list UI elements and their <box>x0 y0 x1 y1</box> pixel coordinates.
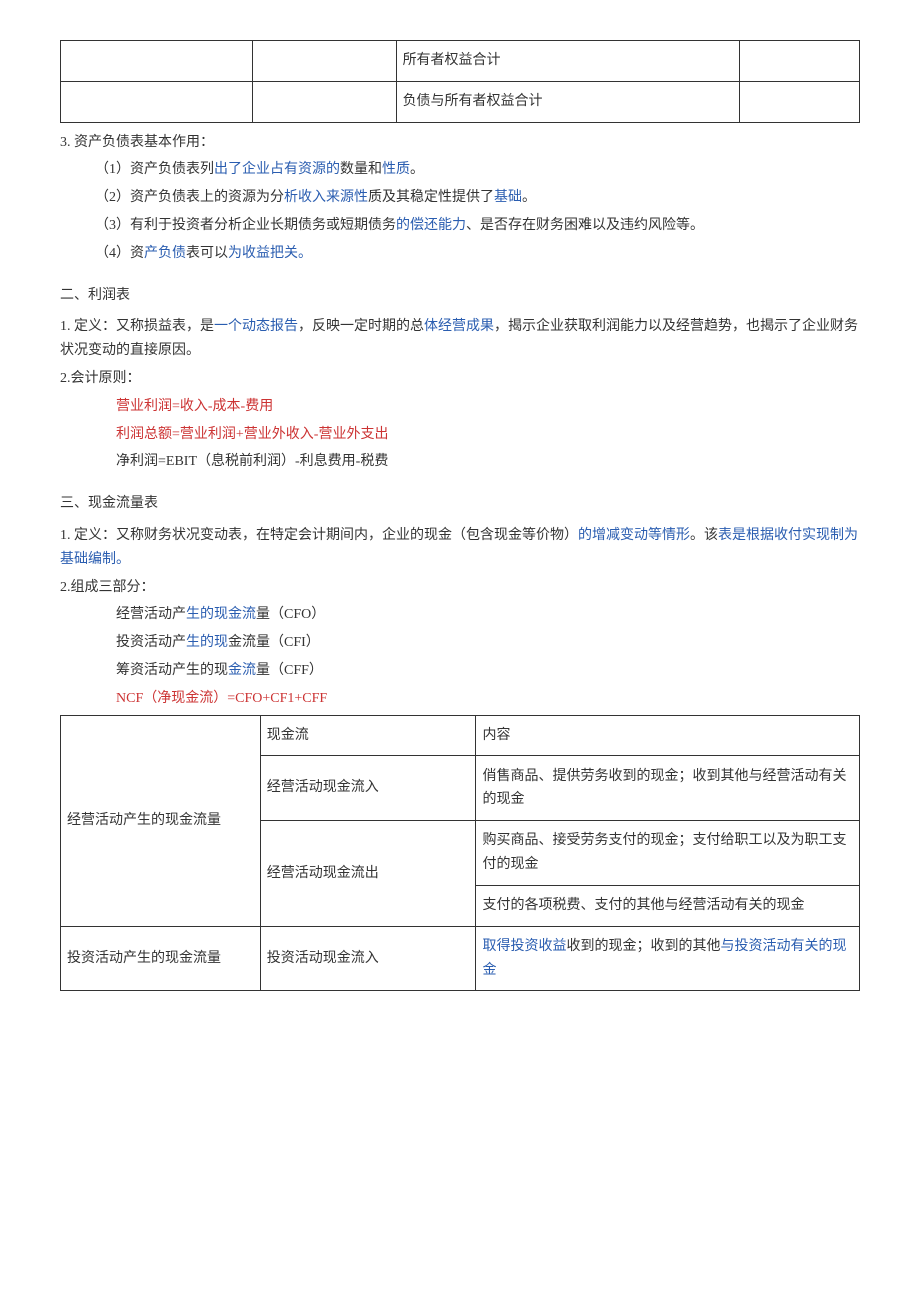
profit-formula: 营业利润=收入-成本-费用 <box>60 395 860 419</box>
cell-blank <box>740 41 860 82</box>
table-row: 投资活动产生的现金流量 投资活动现金流入 取得投资收益收到的现金；收到的其他与投… <box>61 926 860 991</box>
section3-item: （1）资产负债表列出了企业占有资源的数量和性质。 <box>60 158 860 182</box>
cell-cfo-outflow-label: 经营活动现金流出 <box>260 821 476 926</box>
cash-parts-label: 2.组成三部分： <box>60 576 860 600</box>
table-row: 所有者权益合计 <box>61 41 860 82</box>
ncf-formula: NCF（净现金流）=CFO+CF1+CFF <box>60 687 860 711</box>
profit-def: 1. 定义：又称损益表，是一个动态报告，反映一定时期的总体经营成果，揭示企业获取… <box>60 315 860 363</box>
cell-blank <box>61 41 253 82</box>
cell-blank <box>61 81 253 122</box>
cell-cfi-inflow-content: 取得投资收益收到的现金；收到的其他与投资活动有关的现金 <box>476 926 860 991</box>
cash-def: 1. 定义：又称财务状况变动表，在特定会计期间内，企业的现金（包含现金等价物）的… <box>60 524 860 572</box>
cell-cfo-inflow-label: 经营活动现金流入 <box>260 756 476 821</box>
cell-liab-equity-total: 负债与所有者权益合计 <box>396 81 740 122</box>
cash-part-item: 投资活动产生的现金流量（CFI） <box>60 631 860 655</box>
cell-blank <box>252 81 396 122</box>
section-profit-head: 二、利润表 <box>60 284 860 308</box>
owner-equity-table: 所有者权益合计 负债与所有者权益合计 <box>60 40 860 123</box>
profit-formula: 净利润=EBIT（息税前利润）-利息费用-税费 <box>60 450 860 474</box>
cell-cashflow-header: 现金流 <box>260 715 476 756</box>
cell-cfo-inflow-content: 俏售商品、提供劳务收到的现金；收到其他与经营活动有关的现金 <box>476 756 860 821</box>
cell-blank <box>252 41 396 82</box>
cell-equity-total: 所有者权益合计 <box>396 41 740 82</box>
cashflow-table: 经营活动产生的现金流量 现金流 内容 经营活动现金流入 俏售商品、提供劳务收到的… <box>60 715 860 992</box>
cell-cfi-label: 投资活动产生的现金流量 <box>61 926 261 991</box>
cell-cfo-label: 经营活动产生的现金流量 <box>61 715 261 926</box>
cash-part-item: 经营活动产生的现金流量（CFO） <box>60 603 860 627</box>
cash-part-item: 筹资活动产生的现金流量（CFF） <box>60 659 860 683</box>
table-header-row: 经营活动产生的现金流量 现金流 内容 <box>61 715 860 756</box>
table-row: 负债与所有者权益合计 <box>61 81 860 122</box>
cell-cfo-outflow-content2: 支付的各项税费、支付的其他与经营活动有关的现金 <box>476 885 860 926</box>
section-cash-head: 三、现金流量表 <box>60 492 860 516</box>
cell-blank <box>740 81 860 122</box>
profit-formula: 利润总额=营业利润+营业外收入-营业外支出 <box>60 423 860 447</box>
section3-item: （2）资产负债表上的资源为分析收入来源性质及其稳定性提供了基础。 <box>60 186 860 210</box>
cell-content-header: 内容 <box>476 715 860 756</box>
section3-item: （4）资产负债表可以为收益把关。 <box>60 242 860 266</box>
cell-cfi-inflow-label: 投资活动现金流入 <box>260 926 476 991</box>
cell-cfo-outflow-content1: 购买商品、接受劳务支付的现金；支付给职工以及为职工支付的现金 <box>476 821 860 886</box>
section3-title: 3. 资产负债表基本作用： <box>60 131 860 155</box>
profit-principle-label: 2.会计原则： <box>60 367 860 391</box>
section3-item: （3）有利于投资者分析企业长期债务或短期债务的偿还能力、是否存在财务困难以及违约… <box>60 214 860 238</box>
